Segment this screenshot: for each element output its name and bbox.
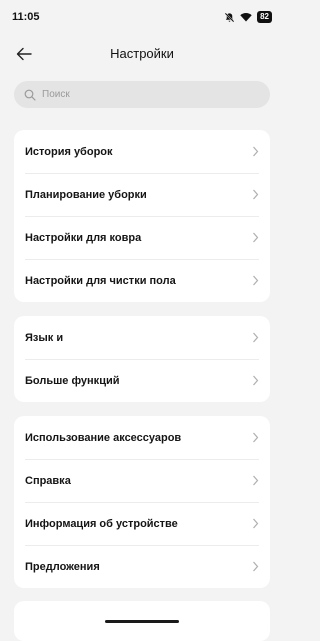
settings-group-general: Язык и Больше функций — [14, 316, 270, 402]
status-time: 11:05 — [12, 11, 40, 23]
row-cleaning-history[interactable]: История уборок — [14, 130, 270, 173]
row-device-info[interactable]: Информация об устройстве — [14, 502, 270, 545]
row-label: Больше функций — [25, 374, 120, 387]
search-input[interactable] — [42, 89, 242, 100]
home-indicator[interactable] — [105, 620, 179, 623]
chevron-right-icon — [253, 232, 259, 243]
chevron-right-icon — [253, 561, 259, 572]
wifi-icon — [240, 12, 252, 22]
mute-icon — [224, 12, 235, 23]
search-icon — [24, 89, 36, 101]
row-label: Информация об устройстве — [25, 517, 178, 530]
search-bar[interactable] — [14, 81, 270, 108]
chevron-right-icon — [253, 475, 259, 486]
row-label: Настройки для чистки пола — [25, 274, 176, 287]
row-label: Использование аксессуаров — [25, 431, 182, 444]
row-floor-cleaning-settings[interactable]: Настройки для чистки пола — [14, 259, 270, 302]
chevron-right-icon — [253, 189, 259, 200]
row-label: Настройки для ковра — [25, 231, 142, 244]
row-cleaning-schedule[interactable]: Планирование уборки — [14, 173, 270, 216]
row-more-features[interactable]: Больше функций — [14, 359, 270, 402]
row-carpet-settings[interactable]: Настройки для ковра — [14, 216, 270, 259]
chevron-right-icon — [253, 146, 259, 157]
chevron-right-icon — [253, 432, 259, 443]
row-label: Планирование уборки — [25, 188, 147, 201]
status-icons: 82 — [224, 10, 272, 24]
row-language[interactable]: Язык и — [14, 316, 270, 359]
row-label: История уборок — [25, 145, 113, 158]
battery-icon: 82 — [257, 11, 272, 23]
page-title: Настройки — [110, 46, 174, 61]
row-label: Предложения — [25, 560, 100, 573]
settings-group-device: Использование аксессуаров Справка Информ… — [14, 416, 270, 588]
row-suggestions[interactable]: Предложения — [14, 545, 270, 588]
chevron-right-icon — [253, 275, 259, 286]
chevron-right-icon — [253, 518, 259, 529]
row-label: Язык и — [25, 331, 64, 344]
row-help[interactable]: Справка — [14, 459, 270, 502]
chevron-right-icon — [253, 332, 259, 343]
settings-group-cleaning: История уборок Планирование уборки Настр… — [14, 130, 270, 302]
status-bar: 11:05 82 — [0, 0, 284, 34]
header: Настройки — [0, 36, 284, 72]
row-accessories-usage[interactable]: Использование аксессуаров — [14, 416, 270, 459]
chevron-right-icon — [253, 375, 259, 386]
row-label: Справка — [25, 474, 71, 487]
